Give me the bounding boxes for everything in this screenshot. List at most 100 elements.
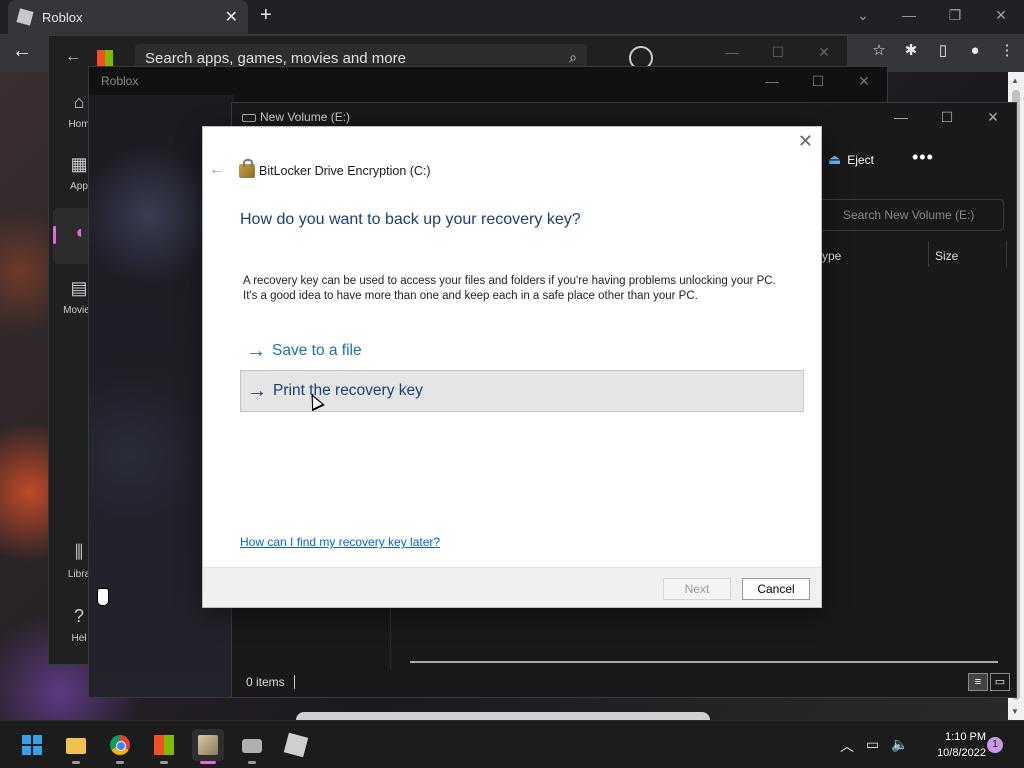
option-label: Print the recovery key: [273, 382, 423, 399]
column-header-size[interactable]: Size: [935, 249, 958, 263]
notification-badge[interactable]: 1: [987, 737, 1003, 753]
running-indicator: [248, 761, 256, 764]
bottom-scroll-pill: [296, 712, 710, 720]
eject-icon: ⏏: [828, 151, 842, 167]
store-nav-label: Hel: [71, 633, 87, 644]
save-to-file-option[interactable]: → Save to a file: [240, 330, 804, 372]
explorer-window-controls: — ☐ ✕: [878, 103, 1016, 131]
next-button[interactable]: Next: [663, 578, 731, 600]
browser-minimize-button[interactable]: —: [886, 0, 932, 34]
taskbar-drive[interactable]: [236, 729, 268, 764]
dialog-back-icon[interactable]: ←: [209, 161, 225, 179]
scroll-down-icon[interactable]: ▼: [1011, 707, 1019, 716]
dialog-description-line: A recovery key can be used to access you…: [243, 275, 776, 287]
dialog-app-title: BitLocker Drive Encryption (C:): [259, 164, 431, 178]
roblox-window-controls: — ☐ ✕: [749, 67, 887, 95]
dialog-close-button[interactable]: ✕: [798, 131, 813, 152]
browser-back-icon[interactable]: ←: [12, 40, 32, 63]
search-icon[interactable]: ⌕: [569, 49, 577, 66]
bookmark-star-icon[interactable]: ☆: [870, 42, 888, 60]
explorer-close-button[interactable]: ✕: [970, 103, 1016, 131]
network-icon[interactable]: ▭: [866, 736, 879, 753]
microsoft-store-icon: [154, 735, 174, 755]
taskbar-file-explorer[interactable]: [60, 729, 92, 764]
clock-time: 1:10 PM: [945, 731, 986, 743]
explorer-window-title: New Volume (E:): [260, 110, 351, 124]
tab-close-icon[interactable]: ✕: [225, 7, 238, 27]
print-recovery-key-option[interactable]: → Print the recovery key: [240, 370, 804, 412]
cancel-button[interactable]: Cancel: [742, 578, 810, 600]
tab-search-chevron-icon[interactable]: ⌄: [840, 0, 886, 34]
bitlocker-dialog: ✕ ← BitLocker Drive Encryption (C:) How …: [202, 126, 822, 608]
column-divider[interactable]: [928, 241, 929, 267]
horizontal-scrollbar[interactable]: [410, 661, 998, 663]
roblox-minimize-button[interactable]: —: [749, 67, 795, 95]
taskbar-microsoft-store[interactable]: [148, 729, 180, 764]
column-header-type[interactable]: ype: [822, 249, 841, 263]
running-indicator: [72, 761, 80, 764]
scroll-up-icon[interactable]: ▲: [1011, 76, 1019, 85]
view-toggle: ≡ ▭: [968, 673, 1010, 691]
roblox-titlebar: Roblox — ☐ ✕: [89, 67, 887, 95]
recovery-key-help-link[interactable]: How can I find my recovery key later?: [240, 535, 440, 549]
dialog-description: A recovery key can be used to access you…: [243, 274, 803, 304]
roblox-favicon-icon: [16, 8, 34, 26]
explorer-search-placeholder: Search New Volume (E:): [843, 208, 975, 222]
roblox-window-title: Roblox: [101, 74, 139, 88]
store-nav-label: Hom: [68, 119, 90, 130]
start-button[interactable]: [16, 729, 48, 761]
browser-menu-icon[interactable]: ⋮: [998, 42, 1016, 60]
store-close-button[interactable]: ✕: [801, 38, 847, 66]
store-maximize-button[interactable]: ☐: [755, 38, 801, 66]
taskbar-roblox[interactable]: [280, 729, 312, 761]
browser-toolbar-icons: ☆ ✱ ▯ ● ⋮: [870, 42, 1016, 60]
option-label: Save to a file: [272, 342, 362, 359]
browser-tab-roblox[interactable]: Roblox ✕: [8, 0, 248, 34]
taskbar-bitlocker[interactable]: [192, 729, 224, 764]
store-search-placeholder: Search apps, games, movies and more: [145, 50, 406, 67]
arrow-right-icon: →: [247, 379, 267, 402]
explorer-minimize-button[interactable]: —: [878, 103, 924, 131]
extensions-puzzle-icon[interactable]: ✱: [902, 42, 920, 60]
start-icon: [22, 735, 42, 755]
eject-button[interactable]: ⏏ Eject: [828, 151, 874, 168]
column-divider[interactable]: [1006, 241, 1007, 267]
browser-close-button[interactable]: ✕: [978, 0, 1024, 34]
explorer-search-input[interactable]: Search New Volume (E:): [814, 199, 1004, 231]
explorer-maximize-button[interactable]: ☐: [924, 103, 970, 131]
eject-label: Eject: [847, 152, 874, 167]
browser-tab-strip: Roblox ✕ + ⌄ — ❐ ✕: [0, 0, 1024, 34]
more-options-button[interactable]: •••: [912, 147, 934, 168]
running-indicator: [160, 761, 168, 764]
browser-tab-title: Roblox: [42, 9, 83, 25]
item-count-status: 0 items: [246, 675, 285, 689]
volume-icon[interactable]: 🔈: [891, 736, 908, 753]
bitlocker-icon: [198, 735, 218, 755]
roblox-close-button[interactable]: ✕: [841, 67, 887, 95]
tiles-view-icon[interactable]: ▭: [990, 673, 1010, 691]
browser-window-controls: ⌄ — ❐ ✕: [840, 0, 1024, 34]
status-divider: [294, 675, 295, 689]
details-view-icon[interactable]: ≡: [968, 673, 988, 691]
bitlocker-icon: [239, 159, 255, 178]
browser-restore-button[interactable]: ❐: [932, 0, 978, 34]
store-minimize-button[interactable]: —: [709, 38, 755, 66]
store-logo-icon: [97, 50, 113, 66]
hand-pointer-icon: [97, 588, 109, 606]
roblox-icon: [283, 732, 309, 758]
new-tab-button[interactable]: +: [260, 4, 272, 27]
roblox-maximize-button[interactable]: ☐: [795, 67, 841, 95]
taskbar-clock[interactable]: 1:10 PM 10/8/2022: [912, 729, 986, 761]
profile-icon[interactable]: ●: [966, 42, 984, 60]
drive-icon: [242, 739, 262, 753]
store-back-icon[interactable]: ←: [65, 48, 81, 66]
dialog-description-line: It's a good idea to have more than one a…: [243, 290, 698, 302]
tray-overflow-chevron-icon[interactable]: ︿: [840, 736, 854, 756]
store-window-controls: — ☐ ✕: [709, 38, 847, 66]
dialog-heading: How do you want to back up your recovery…: [240, 211, 581, 228]
running-indicator: [116, 761, 124, 764]
file-explorer-icon: [66, 738, 86, 754]
taskbar-chrome[interactable]: [104, 729, 136, 764]
side-panel-icon[interactable]: ▯: [934, 42, 952, 60]
taskbar: ︿ ▭ 🔈 1:10 PM 10/8/2022 1: [0, 720, 1024, 768]
